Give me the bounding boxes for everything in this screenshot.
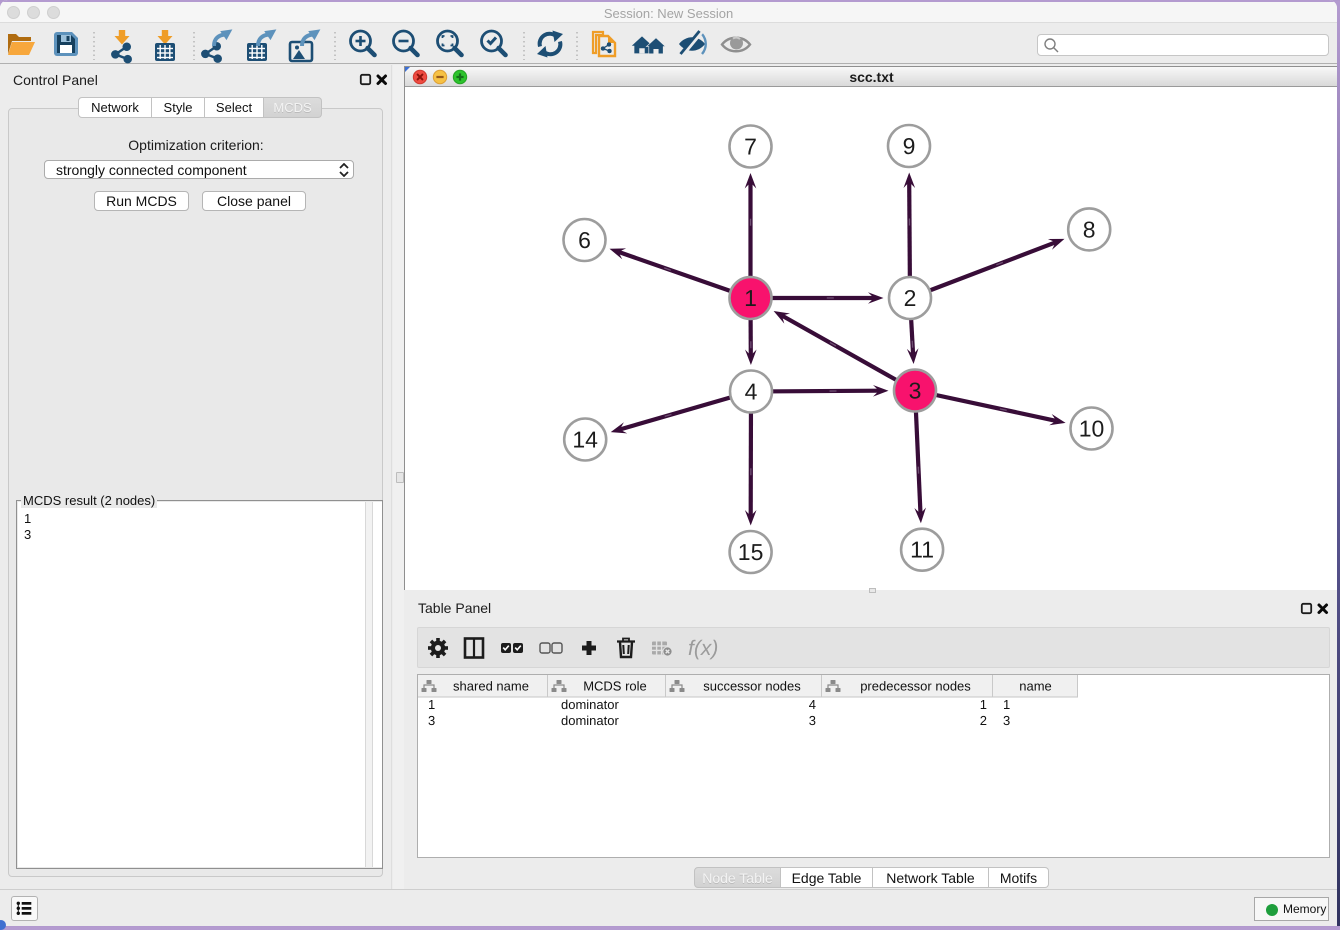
svg-text:1: 1 [980, 697, 987, 712]
svg-text:2: 2 [980, 713, 987, 728]
svg-text:shared name: shared name [453, 679, 529, 694]
svg-text:dominator: dominator [561, 713, 619, 728]
svg-text:3: 3 [1003, 713, 1010, 728]
svg-text:11: 11 [910, 537, 934, 563]
svg-text:15: 15 [738, 539, 764, 565]
svg-text:MCDS role: MCDS role [583, 679, 647, 694]
svg-text:4: 4 [809, 697, 816, 712]
svg-text:9: 9 [903, 133, 916, 159]
svg-text:4: 4 [745, 379, 758, 405]
svg-text:2: 2 [904, 285, 917, 311]
svg-text:7: 7 [744, 134, 757, 160]
svg-text:6: 6 [578, 227, 591, 253]
svg-text:1: 1 [428, 697, 435, 712]
svg-text:name: name [1019, 679, 1052, 694]
svg-text:8: 8 [1083, 216, 1096, 242]
svg-text:3: 3 [428, 713, 435, 728]
svg-text:1: 1 [1003, 697, 1010, 712]
svg-text:14: 14 [572, 427, 598, 453]
svg-text:10: 10 [1079, 416, 1105, 442]
svg-text:predecessor nodes: predecessor nodes [860, 679, 971, 694]
svg-text:f(x): f(x) [688, 637, 718, 660]
svg-text:3: 3 [909, 378, 922, 404]
svg-text:3: 3 [809, 713, 816, 728]
svg-text:1: 1 [744, 285, 757, 311]
svg-text:dominator: dominator [561, 697, 619, 712]
svg-text:successor nodes: successor nodes [703, 679, 801, 694]
